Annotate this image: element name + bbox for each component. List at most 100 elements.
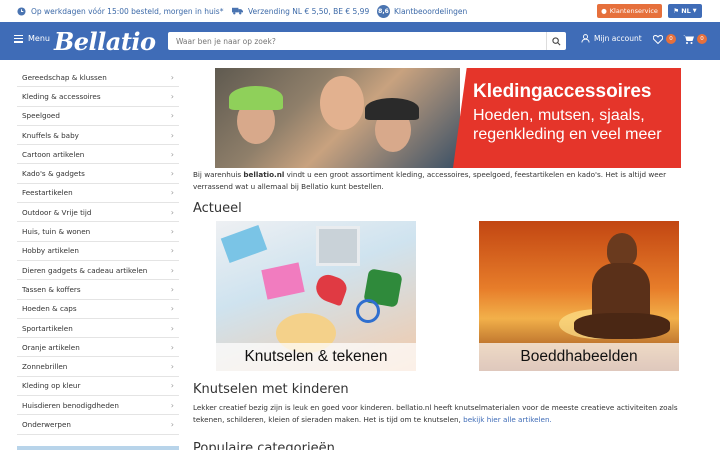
sidebar-item[interactable]: Dieren gadgets & cadeau artikelen › [17,261,179,281]
clock-icon [17,6,26,16]
sidebar-item[interactable]: Hoeden & caps › [17,300,179,319]
intro-text: Bij warenhuis bellatio.nl vindt u een gr… [193,169,683,192]
popular-heading: Populaire categorieën [193,441,335,450]
hamburger-icon [14,34,23,43]
chevron-right-icon: › [170,149,174,159]
hero-title: Kledingaccessoires [473,81,652,102]
chevron-right-icon: › [170,72,174,82]
sidebar-item[interactable]: Huisdieren benodigdheden › [17,396,179,416]
chevron-right-icon: › [170,265,174,275]
sidebar-item-label: Onderwerpen [22,419,71,429]
tile-boeddha[interactable]: Boeddhabeelden [479,221,679,371]
sidebar-item-label: Gereedschap & klussen [22,72,107,82]
logo[interactable]: Bellatio [54,27,156,56]
sidebar-item[interactable]: Onderwerpen › [17,415,179,435]
usp-reviews-text[interactable]: Klantbeoordelingen [394,7,467,16]
sidebar-item-label: Outdoor & Vrije tijd [22,207,92,217]
sidebar-item-label: Huis, tuin & wonen [22,227,91,237]
customer-service-label: Klantenservice [609,7,658,15]
chevron-right-icon: › [170,304,174,314]
usp-shipping-text: Verzending NL € 5,50, BE € 5,99 [248,6,370,16]
sidebar-item[interactable]: Sportartikelen › [17,319,179,339]
chevron-right-icon: › [170,188,174,198]
chevron-right-icon: › [170,246,174,256]
main-header: Menu Bellatio Mijn account 0 0 [0,22,720,60]
chevron-right-icon: › [170,342,174,352]
rating-badge: 8,6 [377,4,390,18]
sidebar-item[interactable]: Cartoon artikelen › [17,145,179,165]
intro-before: Bij warenhuis [193,170,244,179]
cart-count: 0 [697,34,707,44]
cart-button[interactable]: 0 [683,34,707,44]
sidebar-item-label: Tassen & koffers [22,284,81,294]
chevron-right-icon: › [170,111,174,121]
usp-delivery-text: Op werkdagen vóór 15:00 besteld, morgen … [31,6,224,16]
sidebar-banner[interactable] [17,446,179,450]
chevron-right-icon: › [170,91,174,101]
sidebar-item-label: Dieren gadgets & cadeau artikelen [22,265,148,275]
sidebar-item-label: Kleding & accessoires [22,91,101,101]
user-icon [581,34,590,43]
sidebar-item[interactable]: Outdoor & Vrije tijd › [17,203,179,223]
language-select[interactable]: ⚑ NL ▼ [668,4,702,18]
sidebar-item[interactable]: Knuffels & baby › [17,126,179,146]
hero-photo [215,68,460,168]
customer-service-button[interactable]: ● Klantenservice [597,4,662,18]
search-button[interactable] [546,32,566,50]
search-input[interactable] [168,32,546,50]
sidebar-item-label: Huisdieren benodigdheden [22,400,119,410]
sidebar-item[interactable]: Huis, tuin & wonen › [17,222,179,242]
sidebar-item-label: Speelgoed [22,111,60,121]
wishlist-button[interactable]: 0 [653,34,676,44]
account-label: Mijn account [594,34,642,43]
sidebar-item[interactable]: Hobby artikelen › [17,242,179,261]
sidebar-item-label: Hobby artikelen [22,246,79,256]
knutselen-link[interactable]: bekijk hier alle artikelen. [463,415,552,424]
chevron-right-icon: › [170,169,174,179]
sidebar-item[interactable]: Kleding op kleur › [17,377,179,397]
chevron-right-icon: › [170,419,174,429]
usp-reviews[interactable]: 8,6 Klantbeoordelingen [377,0,467,22]
sidebar-item-label: Hoeden & caps [22,304,77,314]
chevron-right-icon: › [170,400,174,410]
language-label: NL [681,7,691,15]
search-bar [168,32,566,50]
logo-text: Bellatio [54,27,156,56]
account-link[interactable]: Mijn account [581,34,642,43]
sidebar-item-label: Oranje artikelen [22,342,80,352]
sidebar-item[interactable]: Gereedschap & klussen › [17,68,179,88]
tile-knutselen[interactable]: Knutselen & tekenen [216,221,416,371]
sidebar-item[interactable]: Oranje artikelen › [17,338,179,358]
chevron-right-icon: › [170,381,174,391]
tile-boeddha-caption: Boeddhabeelden [479,343,679,371]
intro-brand: bellatio.nl [243,170,285,179]
sidebar-item[interactable]: Feestartikelen › [17,184,179,204]
knutselen-heading: Knutselen met kinderen [193,382,349,397]
heart-icon [653,34,663,44]
sidebar-item-label: Kleding op kleur [22,381,81,391]
knutselen-text: Lekker creatief bezig zijn is leuk en go… [193,402,685,425]
sidebar-item-label: Feestartikelen [22,188,73,198]
search-icon [552,36,561,45]
chevron-right-icon: › [170,130,174,140]
chevron-right-icon: › [170,323,174,333]
menu-label: Menu [28,34,50,43]
actueel-heading: Actueel [193,201,242,216]
sidebar-item-label: Cartoon artikelen [22,149,85,159]
sidebar-item[interactable]: Zonnebrillen › [17,357,179,377]
sidebar-item-label: Knuffels & baby [22,130,79,140]
menu-button[interactable]: Menu [14,34,50,43]
chevron-right-icon: › [170,207,174,217]
usp-shipping: Verzending NL € 5,50, BE € 5,99 [232,0,369,22]
chevron-right-icon: › [170,362,174,372]
usp-delivery: Op werkdagen vóór 15:00 besteld, morgen … [17,0,223,22]
sidebar-item-label: Zonnebrillen [22,362,68,372]
knutselen-body: Lekker creatief bezig zijn is leuk en go… [193,403,678,424]
sidebar-item[interactable]: Speelgoed › [17,107,179,126]
hero-banner[interactable]: Kledingaccessoires Hoeden, mutsen, sjaal… [215,68,681,168]
sidebar-item[interactable]: Kado's & gadgets › [17,164,179,184]
sidebar-item[interactable]: Kleding & accessoires › [17,87,179,107]
cart-icon [683,35,694,44]
chevron-down-icon: ▼ [692,8,697,14]
sidebar-item[interactable]: Tassen & koffers › [17,280,179,300]
